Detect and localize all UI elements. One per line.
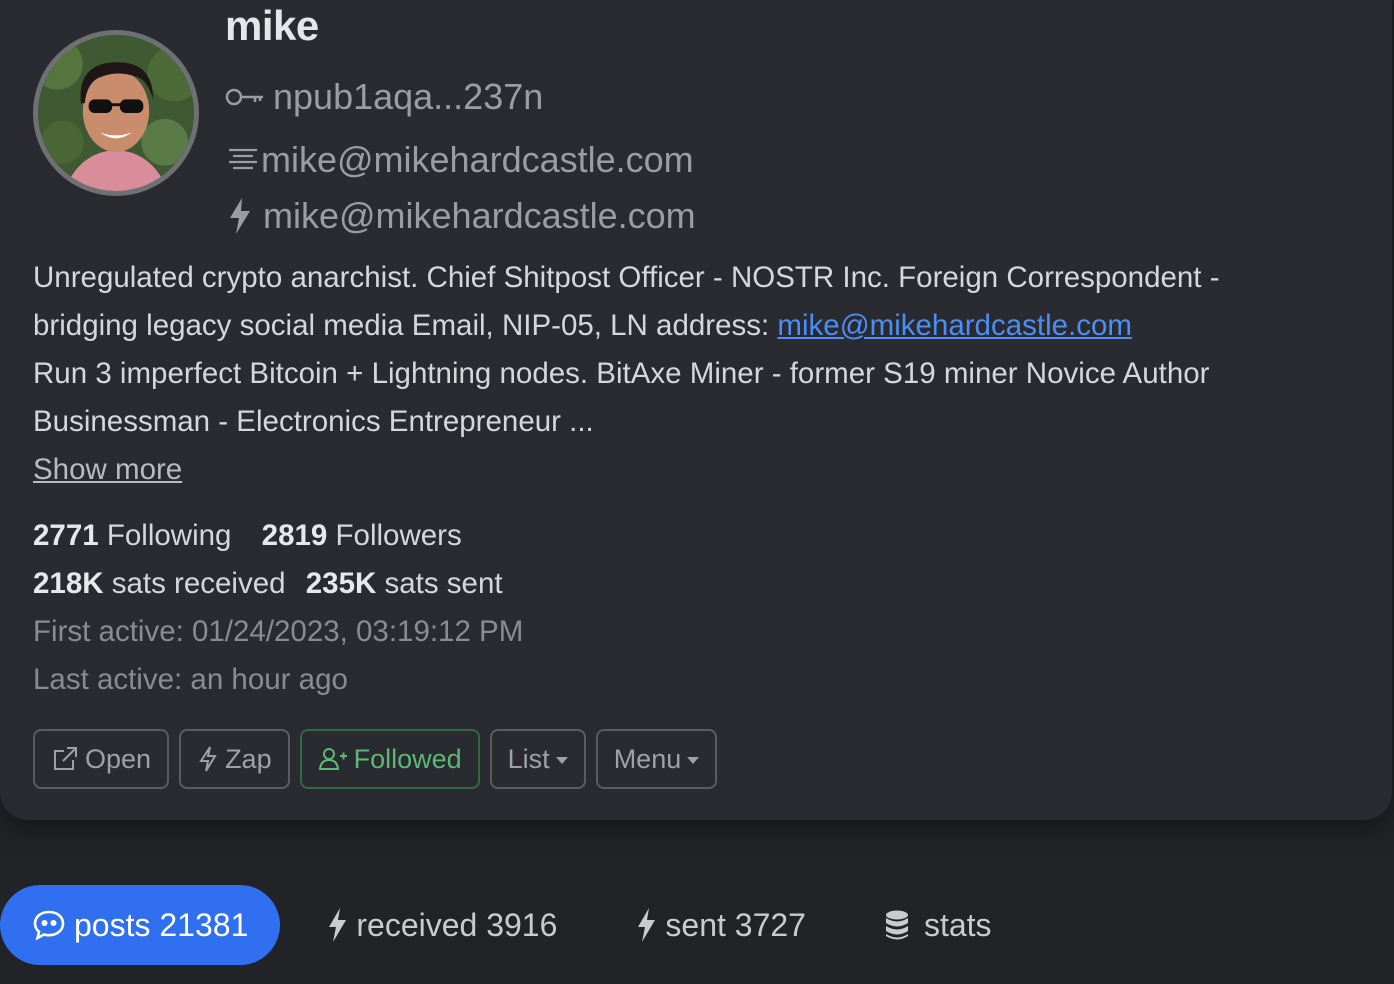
chevron-down-icon xyxy=(687,756,700,764)
profile-page: mike npub1aqa...237n mike@mikehardcastle… xyxy=(0,0,1394,984)
external-link-icon xyxy=(51,745,79,773)
last-active: Last active: an hour ago xyxy=(33,663,348,696)
followed-button[interactable]: Followed xyxy=(299,729,480,789)
lightning-icon xyxy=(197,745,219,773)
lightning-address-text: mike@mikehardcastle.com xyxy=(263,195,696,236)
nip05-text: mike@mikehardcastle.com xyxy=(261,139,694,180)
bio-line: Businessman - Electronics Entrepreneur .… xyxy=(33,405,594,438)
open-label: Open xyxy=(85,743,152,774)
avatar[interactable] xyxy=(33,30,199,196)
show-more-link[interactable]: Show more xyxy=(33,447,182,493)
first-active: First active: 01/24/2023, 03:19:12 PM xyxy=(33,615,524,648)
tab-received[interactable]: received 3916 xyxy=(326,885,557,965)
tab-posts[interactable]: posts 21381 xyxy=(0,885,281,965)
sats-received-amount: 218K xyxy=(33,567,104,600)
sats-sent-amount: 235K xyxy=(305,567,377,600)
text-lines-icon xyxy=(225,145,261,175)
open-button[interactable]: Open xyxy=(33,729,170,789)
profile-bio: Unregulated crypto anarchist. Chief Shit… xyxy=(33,254,1373,446)
followed-label: Followed xyxy=(353,743,462,774)
person-check-icon xyxy=(318,746,348,772)
npub-row[interactable]: npub1aqa...237n xyxy=(225,74,543,120)
lightning-icon xyxy=(635,906,657,944)
zap-stats: 218K sats received 235K sats sent xyxy=(33,561,503,607)
tab-stats-label: stats xyxy=(923,906,992,943)
tab-sent[interactable]: sent 3727 xyxy=(635,885,806,965)
lightning-address-row[interactable]: mike@mikehardcastle.com xyxy=(225,193,696,239)
zap-button[interactable]: Zap xyxy=(179,729,290,789)
bio-line: bridging legacy social media Email, NIP-… xyxy=(33,302,1373,350)
followers-label: Followers xyxy=(335,519,462,552)
sats-received-label: sats received xyxy=(111,567,286,600)
profile-actions: Open Zap Followed List Menu xyxy=(33,729,718,789)
bio-line: Run 3 imperfect Bitcoin + Lightning node… xyxy=(33,357,1210,390)
profile-tabs: posts 21381 received 3916 sent 3727 stat… xyxy=(0,885,992,965)
key-icon xyxy=(225,86,267,108)
chevron-down-icon xyxy=(555,756,568,764)
avatar-image xyxy=(38,35,194,191)
chat-quote-icon xyxy=(32,909,66,941)
npub-text: npub1aqa...237n xyxy=(273,76,544,117)
tab-sent-label: sent 3727 xyxy=(665,906,806,943)
followers-count: 2819 xyxy=(261,519,328,552)
list-label: List xyxy=(507,743,550,774)
profile-name: mike xyxy=(225,2,319,49)
tab-stats[interactable]: stats xyxy=(884,885,992,965)
list-dropdown-button[interactable]: List xyxy=(489,729,586,789)
menu-label: Menu xyxy=(613,743,682,774)
lightning-icon xyxy=(225,196,255,236)
following-stat[interactable]: 2771 Following xyxy=(33,519,231,552)
zap-label: Zap xyxy=(225,743,272,774)
tab-posts-label: posts 21381 xyxy=(74,906,249,943)
menu-dropdown-button[interactable]: Menu xyxy=(595,729,718,789)
bio-line: Unregulated crypto anarchist. Chief Shit… xyxy=(33,261,1220,294)
follow-stats: 2771 Following 2819 Followers xyxy=(33,513,462,559)
following-label: Following xyxy=(106,519,232,552)
database-icon xyxy=(884,909,910,941)
following-count: 2771 xyxy=(33,519,99,552)
tab-received-label: received 3916 xyxy=(356,906,558,943)
lightning-icon xyxy=(326,906,348,944)
followers-stat[interactable]: 2819 Followers xyxy=(262,519,462,552)
nip05-row[interactable]: mike@mikehardcastle.com xyxy=(225,137,694,183)
bio-text: bridging legacy social media Email, NIP-… xyxy=(33,309,778,342)
bio-link[interactable]: mike@mikehardcastle.com xyxy=(777,309,1132,342)
sats-sent-label: sats sent xyxy=(384,567,503,600)
